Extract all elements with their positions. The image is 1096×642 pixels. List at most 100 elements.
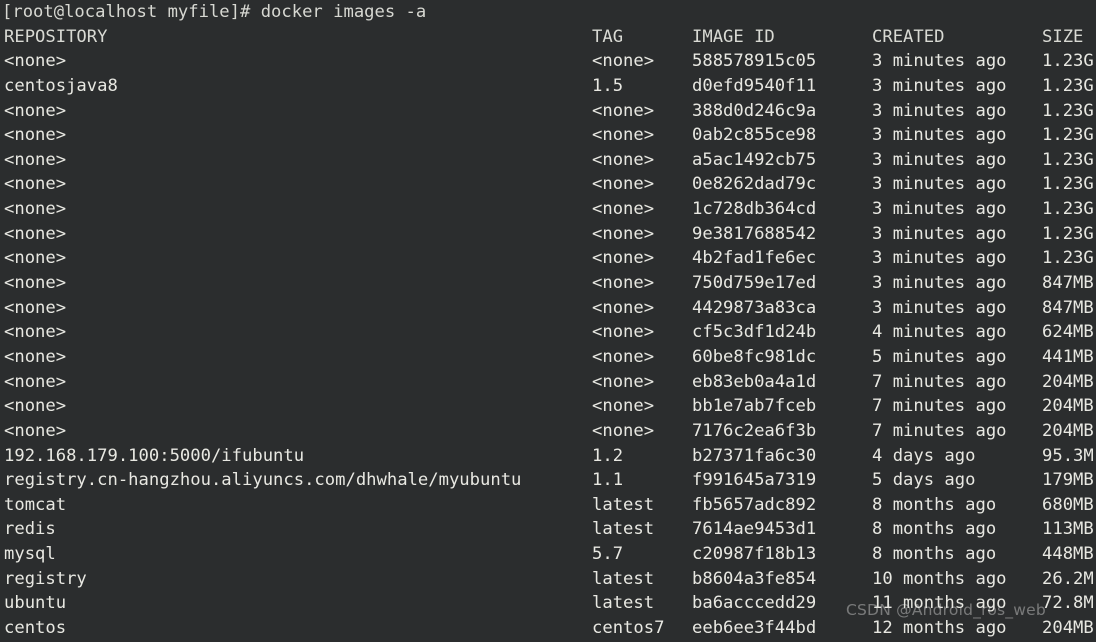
cell-tag: <none>	[592, 396, 655, 417]
cell-repository: <none>	[4, 346, 67, 367]
table-row: <none> <none> 388d0d246c9a 3 minutes ago 1.2…	[2, 99, 1096, 124]
table-row: 192.168.179.100:5000/ifubuntu 1.2 b27371fa…	[2, 444, 1096, 469]
cell-image-id: 60be8fc981dc	[692, 346, 817, 367]
cell-created: 5 days ago	[872, 470, 976, 491]
cell-size: 204MB	[1042, 618, 1094, 639]
cell-created: 11 months ago	[872, 593, 1007, 614]
cell-tag: <none>	[592, 297, 655, 318]
cell-size: 204MB	[1042, 371, 1094, 392]
cell-tag: latest	[592, 494, 655, 515]
table-row: centos centos7 eeb6ee3f44bd 12 months ago 20…	[2, 616, 1096, 641]
cell-tag: <none>	[592, 371, 655, 392]
cell-repository: <none>	[4, 420, 67, 441]
table-row: <none> <none> 60be8fc981dc 5 minutes ago 441…	[2, 345, 1096, 370]
cell-image-id: 388d0d246c9a	[692, 100, 817, 121]
table-row: <none> <none> 0e8262dad79c 3 minutes ago 1.2…	[2, 172, 1096, 197]
cell-repository: mysql	[4, 544, 56, 565]
cell-image-id: ba6acccedd29	[692, 593, 817, 614]
cell-size: 847MB	[1042, 273, 1094, 294]
table-row: <none> <none> cf5c3df1d24b 4 minutes ago 624…	[2, 320, 1096, 345]
cell-tag: <none>	[592, 125, 655, 146]
cell-image-id: 750d759e17ed	[692, 273, 817, 294]
cell-repository: 192.168.179.100:5000/ifubuntu	[4, 445, 305, 466]
cell-tag: 1.1	[592, 470, 624, 491]
cell-created: 12 months ago	[872, 618, 1007, 639]
cell-created: 3 minutes ago	[872, 149, 1007, 170]
cell-tag: <none>	[592, 322, 655, 343]
cell-size: 680MB	[1042, 494, 1094, 515]
cell-repository: ubuntu	[4, 593, 67, 614]
cell-tag: 5.7	[592, 544, 624, 565]
cell-size: 448MB	[1042, 544, 1094, 565]
column-header-created: CREATED	[872, 26, 945, 47]
cell-created: 3 minutes ago	[872, 297, 1007, 318]
cell-image-id: b27371fa6c30	[692, 445, 817, 466]
cell-size: 1.23G	[1042, 199, 1094, 220]
cell-created: 3 minutes ago	[872, 174, 1007, 195]
table-row: registry latest b8604a3fe854 10 months ago 2…	[2, 567, 1096, 592]
cell-image-id: c20987f18b13	[692, 544, 817, 565]
cell-created: 3 minutes ago	[872, 273, 1007, 294]
cell-repository: <none>	[4, 322, 67, 343]
terminal-window[interactable]: [root@localhost myfile]# docker images -…	[0, 0, 1096, 642]
cell-size: 204MB	[1042, 396, 1094, 417]
cell-tag: latest	[592, 519, 655, 540]
cell-tag: <none>	[592, 346, 655, 367]
cell-repository: <none>	[4, 248, 67, 269]
cell-size: 1.23G	[1042, 100, 1094, 121]
cell-created: 3 minutes ago	[872, 223, 1007, 244]
table-row: tomcat latest fb5657adc892 8 months ago 680M…	[2, 493, 1096, 518]
cell-repository: redis	[4, 519, 56, 540]
table-row: ubuntu latest ba6acccedd29 11 months ago 72.…	[2, 591, 1096, 616]
table-row: <none> <none> 750d759e17ed 3 minutes ago 847…	[2, 271, 1096, 296]
cell-tag: <none>	[592, 199, 655, 220]
table-row: <none> <none> eb83eb0a4a1d 7 minutes ago 204…	[2, 370, 1096, 395]
cell-created: 3 minutes ago	[872, 125, 1007, 146]
cell-image-id: 4b2fad1fe6ec	[692, 248, 817, 269]
cell-repository: <none>	[4, 51, 67, 72]
cell-size: 1.23G	[1042, 51, 1094, 72]
cell-size: 1.23G	[1042, 223, 1094, 244]
cell-repository: <none>	[4, 149, 67, 170]
column-header-size: SIZE	[1042, 26, 1084, 47]
column-header-tag: TAG	[592, 26, 624, 47]
cell-repository: <none>	[4, 174, 67, 195]
cell-size: 624MB	[1042, 322, 1094, 343]
cell-created: 7 minutes ago	[872, 420, 1007, 441]
column-header-image-id: IMAGE ID	[692, 26, 775, 47]
cell-created: 5 minutes ago	[872, 346, 1007, 367]
cell-size: 1.23G	[1042, 75, 1094, 96]
cell-image-id: fb5657adc892	[692, 494, 817, 515]
cell-created: 7 minutes ago	[872, 371, 1007, 392]
cell-repository: <none>	[4, 125, 67, 146]
cell-created: 8 months ago	[872, 519, 997, 540]
cell-tag: latest	[592, 593, 655, 614]
cell-repository: tomcat	[4, 494, 67, 515]
image-list: <none> <none> 588578915c05 3 minutes ago 1.2…	[2, 49, 1096, 642]
cell-size: 1.23G	[1042, 125, 1094, 146]
cell-repository: <none>	[4, 223, 67, 244]
cell-image-id: 0e8262dad79c	[692, 174, 817, 195]
table-row: <none> <none> 4429873a83ca 3 minutes ago 847…	[2, 296, 1096, 321]
cell-image-id: 0ab2c855ce98	[692, 125, 817, 146]
table-row: centosjava8 1.5 d0efd9540f11 3 minutes ago 1…	[2, 74, 1096, 99]
table-row: registry.cn-hangzhou.aliyuncs.com/dhwhal…	[2, 468, 1096, 493]
cell-image-id: 588578915c05	[692, 51, 817, 72]
cell-size: 26.2M	[1042, 568, 1094, 589]
cell-repository: <none>	[4, 371, 67, 392]
cell-size: 179MB	[1042, 470, 1094, 491]
cell-size: 1.23G	[1042, 149, 1094, 170]
cell-repository: <none>	[4, 297, 67, 318]
cell-image-id: 9e3817688542	[692, 223, 817, 244]
table-row: mysql 5.7 c20987f18b13 8 months ago 448MB	[2, 542, 1096, 567]
cell-created: 3 minutes ago	[872, 248, 1007, 269]
table-header-row: REPOSITORY TAG IMAGE ID CREATED SIZE	[2, 25, 1096, 50]
cell-image-id: f991645a7319	[692, 470, 817, 491]
cell-repository: <none>	[4, 199, 67, 220]
cell-created: 3 minutes ago	[872, 51, 1007, 72]
cell-image-id: 1c728db364cd	[692, 199, 817, 220]
table-row: redis latest 7614ae9453d1 8 months ago 113MB	[2, 517, 1096, 542]
cell-image-id: 7614ae9453d1	[692, 519, 817, 540]
cell-tag: centos7	[592, 618, 665, 639]
cell-repository: registry.cn-hangzhou.aliyuncs.com/dhwhal…	[4, 470, 522, 491]
